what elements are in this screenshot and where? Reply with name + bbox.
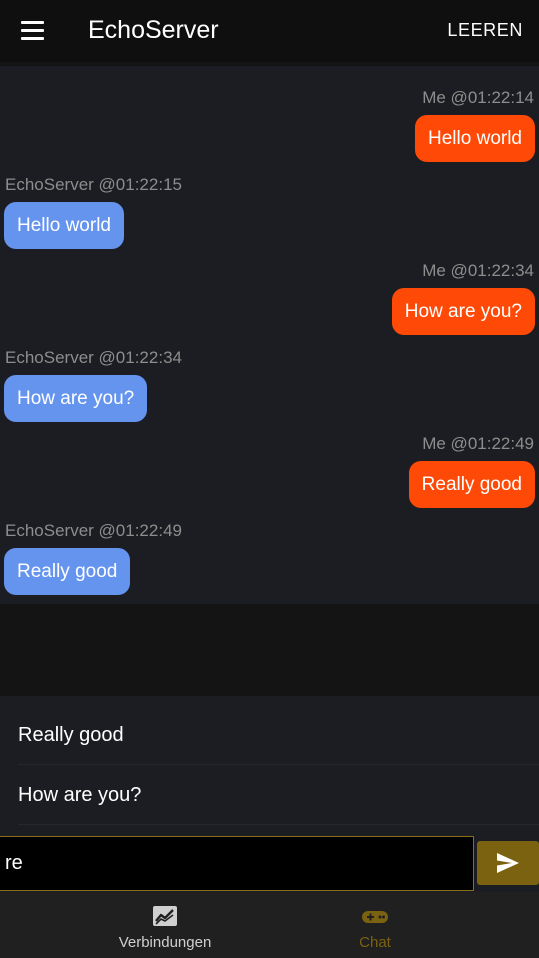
message-bubble: How are you? [4, 375, 148, 422]
suggestion-item[interactable]: Really good [0, 705, 539, 765]
suggestion-label: How are you? [18, 784, 142, 806]
tab-chat[interactable]: Chat [280, 892, 470, 958]
tab-verbindungen[interactable]: Verbindungen [70, 892, 260, 958]
message-meta: Me @01:22:14 [422, 88, 534, 107]
divider [18, 824, 539, 825]
autocomplete-list: Really good How are you? [0, 696, 539, 836]
chart-icon [153, 906, 177, 926]
message-sent: Me @01:22:14 Hello world [415, 87, 535, 162]
clear-button[interactable]: LEEREN [447, 20, 523, 41]
message-sent: Me @01:22:34 How are you? [391, 260, 535, 335]
send-button[interactable] [477, 841, 539, 885]
gamepad-icon [362, 911, 388, 923]
spacer [0, 604, 539, 696]
message-received: EchoServer @01:22:49 Really good [4, 520, 182, 595]
suggestion-item[interactable]: How are you? [0, 765, 539, 825]
chat-log[interactable]: Me @01:22:14 Hello world EchoServer @01:… [0, 66, 539, 604]
message-received: EchoServer @01:22:15 Hello world [4, 174, 182, 249]
message-meta: Me @01:22:49 [422, 434, 534, 453]
send-icon [497, 853, 519, 873]
page-title: EchoServer [88, 16, 219, 44]
suggestion-label: Really good [18, 724, 124, 746]
app-bar: EchoServer LEEREN [0, 0, 539, 62]
bottom-navigation: Verbindungen Chat [0, 892, 539, 958]
composer [0, 836, 539, 892]
message-meta: Me @01:22:34 [422, 261, 534, 280]
message-meta: EchoServer @01:22:49 [5, 521, 182, 540]
message-bubble: How are you? [391, 288, 535, 335]
message-input[interactable] [0, 836, 474, 891]
message-bubble: Hello world [415, 115, 535, 162]
message-received: EchoServer @01:22:34 How are you? [4, 347, 182, 422]
message-bubble: Really good [4, 548, 131, 595]
message-meta: EchoServer @01:22:34 [5, 348, 182, 367]
message-sent: Me @01:22:49 Really good [408, 433, 535, 508]
message-meta: EchoServer @01:22:15 [5, 175, 182, 194]
message-bubble: Hello world [4, 202, 124, 249]
menu-icon[interactable] [20, 21, 46, 41]
tab-label: Verbindungen [118, 934, 212, 951]
message-bubble: Really good [408, 461, 535, 508]
tab-label: Chat [359, 934, 391, 951]
